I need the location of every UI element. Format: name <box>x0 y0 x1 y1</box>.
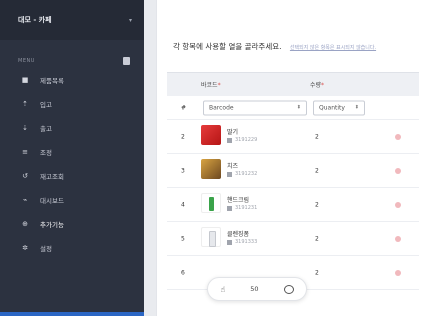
delete-row-icon[interactable] <box>395 167 401 174</box>
select-arrow-icon: ⬍ <box>296 104 301 111</box>
barcode-select-value: Barcode <box>209 104 234 111</box>
sidebar: 대모 - 카페 ▾ MENU ■ 제품목록 ⇡ 입고 ⇣ 출고 ≡ 조정 ↺ 재… <box>0 0 144 316</box>
sidebar-item-label: 추가기능 <box>40 221 64 229</box>
product-thumbnail <box>201 125 221 145</box>
quantity-select-value: Quantity <box>319 104 345 111</box>
sidebar-item-label: 설정 <box>40 245 52 253</box>
store-name: 대모 - 카페 <box>18 16 52 24</box>
sidebar-item-history[interactable]: ↺ 재고조회 <box>0 164 144 188</box>
delete-row-icon[interactable] <box>395 201 401 208</box>
select-arrow-icon: ⬍ <box>354 104 359 111</box>
barcode-column-select[interactable]: Barcode ⬍ <box>203 100 307 115</box>
product-thumbnail <box>201 193 221 213</box>
table-row: 4 핸드크림 3191231 2 <box>167 188 419 222</box>
row-index: 2 <box>181 133 185 140</box>
chart-icon: ⌁ <box>22 196 28 204</box>
upload-icon: ⇡ <box>22 100 28 108</box>
layout-gutter <box>144 0 156 316</box>
header-barcode: 바코드* <box>201 82 221 89</box>
download-icon: ⇣ <box>22 124 28 132</box>
history-icon: ↺ <box>22 172 28 180</box>
floating-action-bar: ☝ 50 <box>207 277 307 301</box>
box-icon: ■ <box>21 76 29 84</box>
table-row: 3 치즈 3191232 2 <box>167 154 419 188</box>
table-row: 2 딸기 3191229 2 <box>167 120 419 154</box>
sidebar-item-label: 조정 <box>40 149 52 157</box>
barcode-icon <box>227 137 232 143</box>
product-barcode: 3191231 <box>227 205 257 211</box>
sidebar-item-label: 대시보드 <box>40 197 64 205</box>
product-name: 치즈 <box>227 163 239 170</box>
product-thumbnail <box>201 159 221 179</box>
sidebar-item-stock-in[interactable]: ⇡ 입고 <box>0 92 144 116</box>
sidebar-item-label: 재고조회 <box>40 173 64 181</box>
row-index: 3 <box>181 167 185 174</box>
table-row: 5 클렌징폼 3191333 2 <box>167 222 419 256</box>
column-mapping-table: 바코드* 수량* # Barcode ⬍ Quantity ⬍ 2 딸기 319… <box>167 72 419 290</box>
sidebar-item-label: 입고 <box>40 101 52 109</box>
sidebar-item-label: 출고 <box>40 125 52 133</box>
instruction-main: 각 항목에 사용할 열을 골라주세요. <box>173 42 282 51</box>
product-barcode: 3191333 <box>227 239 257 245</box>
delete-row-icon[interactable] <box>395 133 401 140</box>
sidebar-item-stock-out[interactable]: ⇣ 출고 <box>0 116 144 140</box>
sidebar-accent-bar <box>0 312 144 316</box>
delete-row-icon[interactable] <box>395 235 401 242</box>
instruction-hint-link[interactable]: 선택되지 않은 항목은 표시되지 않습니다. <box>290 45 376 51</box>
header-quantity: 수량* <box>310 82 325 89</box>
barcode-icon <box>227 239 232 245</box>
reaction-count: 50 <box>250 285 259 293</box>
chat-bubble-icon[interactable] <box>283 284 294 294</box>
row-index: 4 <box>181 201 185 208</box>
row-index: 6 <box>181 269 185 276</box>
hand-wave-icon[interactable]: ☝ <box>220 285 225 294</box>
product-name: 딸기 <box>227 129 239 136</box>
sidebar-item-dashboard[interactable]: ⌁ 대시보드 <box>0 188 144 212</box>
product-barcode: 3191232 <box>227 171 257 177</box>
product-barcode: 3191229 <box>227 137 257 143</box>
row-index: # <box>181 104 187 111</box>
product-name: 핸드크림 <box>227 197 250 204</box>
barcode-icon <box>227 171 232 177</box>
quantity-value: 2 <box>315 269 319 276</box>
quantity-column-select[interactable]: Quantity ⬍ <box>313 100 365 115</box>
instruction-text: 각 항목에 사용할 열을 골라주세요. 선택되지 않은 항목은 표시되지 않습니… <box>173 41 376 52</box>
sidebar-item-label: 제품목록 <box>40 77 64 85</box>
gear-icon: ✲ <box>22 244 28 252</box>
row-index: 5 <box>181 235 185 242</box>
mapping-row: # Barcode ⬍ Quantity ⬍ <box>167 96 419 120</box>
menu-section-label: MENU <box>18 58 35 64</box>
product-name: 클렌징폼 <box>227 231 250 238</box>
main-panel: 각 항목에 사용할 열을 골라주세요. 선택되지 않은 항목은 표시되지 않습니… <box>156 0 444 316</box>
plus-circle-icon: ⊕ <box>22 220 28 228</box>
sidebar-item-settings[interactable]: ✲ 설정 <box>0 236 144 260</box>
table-header: 바코드* 수량* <box>167 72 419 96</box>
sidebar-item-products[interactable]: ■ 제품목록 <box>0 68 144 92</box>
quantity-value: 2 <box>315 235 319 242</box>
document-icon[interactable] <box>123 57 130 65</box>
barcode-icon <box>227 205 232 211</box>
adjust-icon: ≡ <box>22 148 28 156</box>
quantity-value: 2 <box>315 133 319 140</box>
quantity-value: 2 <box>315 201 319 208</box>
sidebar-item-adjust[interactable]: ≡ 조정 <box>0 140 144 164</box>
product-thumbnail <box>201 227 221 247</box>
chevron-down-icon: ▾ <box>128 16 132 24</box>
delete-row-icon[interactable] <box>395 269 401 276</box>
store-selector[interactable]: 대모 - 카페 ▾ <box>0 0 144 40</box>
sidebar-item-addons[interactable]: ⊕ 추가기능 <box>0 212 144 236</box>
menu-section-header: MENU <box>0 54 144 68</box>
quantity-value: 2 <box>315 167 319 174</box>
